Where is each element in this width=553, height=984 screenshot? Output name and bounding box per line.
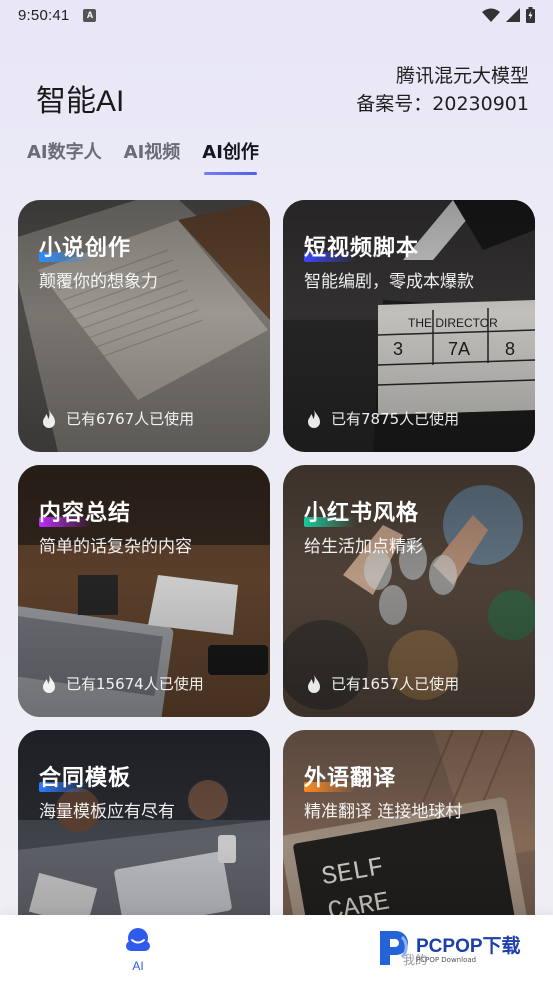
model-name: 腾讯混元大模型 xyxy=(395,65,529,87)
category-tabs: AI数字人 AI视频 AI创作 xyxy=(27,138,259,178)
card-title: 小说创作 xyxy=(39,236,132,261)
app-title: 智能AI xyxy=(36,85,125,118)
card-title: 小红书风格 xyxy=(304,501,420,526)
usage-count: 已有6767人已使用 xyxy=(40,408,194,429)
fire-icon xyxy=(43,673,55,693)
card-subtitle: 海量模板应有尽有 xyxy=(39,802,175,822)
fire-icon xyxy=(43,408,55,428)
tab-label: AI数字人 xyxy=(27,142,102,163)
card-subtitle: 智能编剧，零成本爆款 xyxy=(304,272,474,292)
active-tab-indicator xyxy=(204,172,257,175)
fire-icon xyxy=(308,673,320,693)
usage-text: 已有6767人已使用 xyxy=(66,410,195,428)
ai-tab-icon xyxy=(126,928,150,951)
usage-text: 已有1657人已使用 xyxy=(331,675,460,693)
pcpop-watermark: PCPOP下载 PCPOP Download xyxy=(376,927,521,967)
nav-ai-label: AI xyxy=(132,959,144,973)
tab-ai-video[interactable]: AI视频 xyxy=(124,138,181,178)
battery-icon xyxy=(526,7,535,23)
card-title: 短视频脚本 xyxy=(304,236,420,261)
card-novel-writing[interactable]: 小说创作 颠覆你的想象力 已有6767人已使用 xyxy=(18,200,270,452)
card-subtitle: 给生活加点精彩 xyxy=(304,537,423,557)
card-subtitle: 简单的话复杂的内容 xyxy=(39,537,192,557)
card-title: 合同模板 xyxy=(39,766,132,791)
tab-ai-creation[interactable]: AI创作 xyxy=(202,138,259,178)
wifi-icon xyxy=(482,8,500,22)
tab-ai-digital-human[interactable]: AI数字人 xyxy=(27,138,102,178)
card-xiaohongshu-style[interactable]: 小红书风格 给生活加点精彩 已有1657人已使用 xyxy=(283,465,535,717)
status-icons xyxy=(482,7,535,23)
card-subtitle: 精准翻译 连接地球村 xyxy=(304,802,463,822)
card-title: 内容总结 xyxy=(39,501,132,526)
usage-count: 已有7875人已使用 xyxy=(305,408,459,429)
usage-count: 已有1657人已使用 xyxy=(305,673,459,694)
pcpop-logo-icon xyxy=(380,931,408,965)
usage-text: 已有7875人已使用 xyxy=(331,410,460,428)
model-info: 腾讯混元大模型 备案号：20230901 xyxy=(356,62,529,118)
watermark-text: PCPOP下载 PCPOP Download xyxy=(416,931,521,964)
notification-icon: A xyxy=(83,8,97,22)
record-number: 备案号：20230901 xyxy=(356,93,529,115)
fire-icon xyxy=(308,408,320,428)
card-subtitle: 颠覆你的想象力 xyxy=(39,272,158,292)
tab-label: AI视频 xyxy=(123,142,181,163)
watermark-brand: PCPOP下载 xyxy=(416,935,521,957)
status-bar: 9:50:41 A xyxy=(0,0,553,30)
status-time: 9:50:41 xyxy=(18,6,70,24)
feature-grid: 小说创作 颠覆你的想象力 已有6767人已使用 THE DIRECTOR 3 7… xyxy=(18,200,535,982)
usage-count: 已有15674人已使用 xyxy=(40,673,204,694)
signal-icon xyxy=(506,8,520,22)
usage-text: 已有15674人已使用 xyxy=(66,675,204,693)
card-title: 外语翻译 xyxy=(304,766,397,791)
card-content-summary[interactable]: 内容总结 简单的话复杂的内容 已有15674人已使用 xyxy=(18,465,270,717)
nav-item-ai[interactable]: AI xyxy=(118,927,158,973)
tab-label: AI创作 xyxy=(202,142,259,163)
card-short-video-script[interactable]: THE DIRECTOR 3 7A 8 短视频脚本 智能编剧，零成本爆款 已有7… xyxy=(283,200,535,452)
